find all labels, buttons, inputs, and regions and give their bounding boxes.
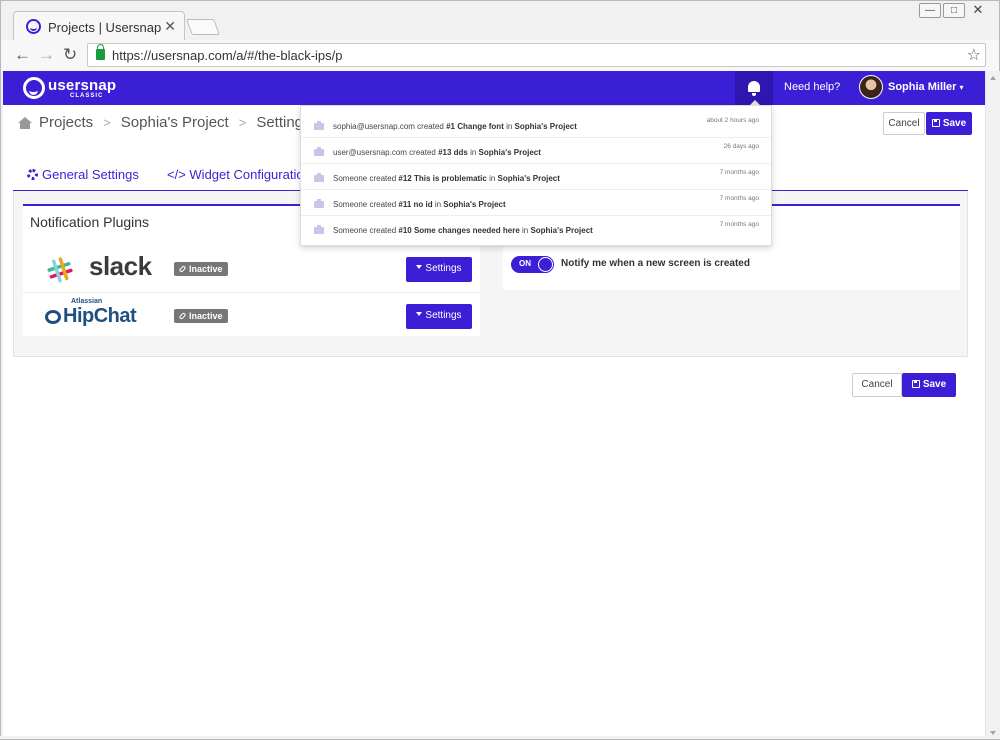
notification-text: Someone created #10 Some changes needed … xyxy=(333,226,593,235)
window-frame-left xyxy=(0,71,3,740)
forward-arrow-icon[interactable]: → xyxy=(38,45,55,65)
tab-widget-configuration[interactable]: </> Widget Configuratio xyxy=(167,167,304,182)
browser-tab[interactable]: Projects | Usersnap ✕ xyxy=(13,11,185,41)
toggle-knob xyxy=(538,257,553,272)
slack-wordmark: slack xyxy=(89,251,152,281)
scroll-down-icon[interactable] xyxy=(990,731,996,735)
tab-close-icon[interactable]: ✕ xyxy=(164,18,176,35)
save-button[interactable]: Save xyxy=(902,373,956,397)
plugin-row-hipchat: Atlassian HipChat Inactive Settings xyxy=(23,292,480,337)
tab-general-label: General Settings xyxy=(42,167,139,182)
avatar[interactable] xyxy=(859,75,883,99)
bell-icon xyxy=(748,81,760,96)
lock-icon xyxy=(96,44,105,60)
cancel-button[interactable]: Cancel xyxy=(852,373,902,397)
save-label: Save xyxy=(942,118,967,129)
breadcrumb-separator: > xyxy=(238,115,247,130)
slack-settings-button[interactable]: Settings xyxy=(406,257,472,282)
toggle-label: ON xyxy=(519,259,531,268)
notification-item[interactable]: Someone created #11 no id in Sophia's Pr… xyxy=(301,190,771,216)
logo-wordmark: usersnap xyxy=(48,76,117,94)
notification-item[interactable]: Someone created #12 This is problematic … xyxy=(301,164,771,190)
home-icon xyxy=(18,116,32,129)
hipchat-settings-button[interactable]: Settings xyxy=(406,304,472,329)
notification-time: 7 months ago xyxy=(719,221,759,228)
cancel-button-top[interactable]: Cancel xyxy=(883,112,925,135)
tab-general-settings[interactable]: General Settings xyxy=(27,167,139,182)
usersnap-favicon-icon xyxy=(26,19,41,34)
address-bar: ← → ↻ https://usersnap.com/a/#/the-black… xyxy=(0,40,1000,71)
camera-icon xyxy=(314,199,324,208)
plugins-title: Notification Plugins xyxy=(30,214,150,230)
atlassian-label: Atlassian xyxy=(71,298,103,305)
usersnap-logo[interactable]: usersnap CLASSIC xyxy=(23,77,116,99)
save-icon xyxy=(911,380,920,388)
notification-text: Someone created #12 This is problematic … xyxy=(333,174,560,183)
save-button-top[interactable]: Save xyxy=(926,112,972,135)
help-link[interactable]: Need help? xyxy=(784,81,840,93)
close-window-button[interactable]: ✕ xyxy=(967,3,989,18)
url-text[interactable]: https://usersnap.com/a/#/the-black-ips/p xyxy=(112,48,343,63)
hipchat-logo: Atlassian HipChat xyxy=(45,298,137,328)
app-header: usersnap CLASSIC Need help? Sophia Mille… xyxy=(3,71,985,105)
notification-text: sophia@usersnap.com created #1 Change fo… xyxy=(333,122,577,131)
window-frame-bottom xyxy=(0,736,1000,740)
breadcrumb-project[interactable]: Sophia's Project xyxy=(121,114,229,131)
vertical-scrollbar[interactable] xyxy=(985,71,1000,740)
hipchat-wordmark: HipChat xyxy=(63,305,137,327)
notification-item[interactable]: user@usersnap.com created #13 dds in Sop… xyxy=(301,138,771,164)
user-name: Sophia Miller xyxy=(888,81,957,93)
back-arrow-icon[interactable]: ← xyxy=(14,45,31,65)
hipchat-icon xyxy=(45,309,61,324)
slack-icon xyxy=(47,257,73,283)
notification-time: 7 months ago xyxy=(719,169,759,176)
link-icon xyxy=(178,312,187,320)
status-badge: Inactive xyxy=(174,309,228,323)
url-field[interactable]: https://usersnap.com/a/#/the-black-ips/p… xyxy=(87,43,986,67)
notification-text: user@usersnap.com created #13 dds in Sop… xyxy=(333,148,541,157)
bookmark-star-icon[interactable]: ☆ xyxy=(967,45,981,65)
notification-time: about 2 hours ago xyxy=(706,117,759,124)
caret-down-icon xyxy=(416,312,423,316)
browser-titlebar: Projects | Usersnap ✕ — □ ✕ xyxy=(0,0,1000,41)
breadcrumb-settings: Setting xyxy=(256,114,304,131)
breadcrumb-separator: > xyxy=(103,115,111,130)
new-tab-button[interactable] xyxy=(186,19,220,35)
logo-icon xyxy=(23,77,45,99)
link-icon xyxy=(178,265,187,273)
status-label: Inactive xyxy=(189,264,223,274)
camera-icon xyxy=(314,225,324,234)
notification-text: Someone created #11 no id in Sophia's Pr… xyxy=(333,200,506,209)
status-badge: Inactive xyxy=(174,262,228,276)
settings-label: Settings xyxy=(425,310,462,321)
chevron-down-icon: ▾ xyxy=(959,83,964,92)
breadcrumb-projects[interactable]: Projects xyxy=(39,114,93,131)
maximize-button[interactable]: □ xyxy=(943,3,965,18)
window-controls: — □ ✕ xyxy=(919,3,989,18)
breadcrumb: Projects > Sophia's Project > Setting xyxy=(18,114,303,131)
tab-title: Projects | Usersnap xyxy=(48,20,162,35)
notifications-dropdown: sophia@usersnap.com created #1 Change fo… xyxy=(300,100,772,246)
save-icon xyxy=(931,119,940,127)
camera-icon xyxy=(314,147,324,156)
caret-down-icon xyxy=(416,265,423,269)
minimize-button[interactable]: — xyxy=(919,3,941,18)
notification-time: 26 days ago xyxy=(723,143,759,150)
notify-toggle[interactable]: ON xyxy=(511,256,554,273)
notify-label: Notify me when a new screen is created xyxy=(561,258,750,269)
camera-icon xyxy=(314,121,324,130)
scroll-up-icon[interactable] xyxy=(990,76,996,80)
notification-item[interactable]: Someone created #10 Some changes needed … xyxy=(301,216,771,242)
notification-time: 7 months ago xyxy=(719,195,759,202)
status-label: Inactive xyxy=(189,311,223,321)
notification-item[interactable]: sophia@usersnap.com created #1 Change fo… xyxy=(301,112,771,138)
save-label: Save xyxy=(922,379,947,390)
gear-icon xyxy=(27,169,38,180)
user-menu[interactable]: Sophia Miller ▾ xyxy=(888,81,964,93)
camera-icon xyxy=(314,173,324,182)
plugin-row-slack: slack Inactive Settings xyxy=(23,246,480,291)
reload-icon[interactable]: ↻ xyxy=(63,45,77,65)
settings-label: Settings xyxy=(425,263,462,274)
